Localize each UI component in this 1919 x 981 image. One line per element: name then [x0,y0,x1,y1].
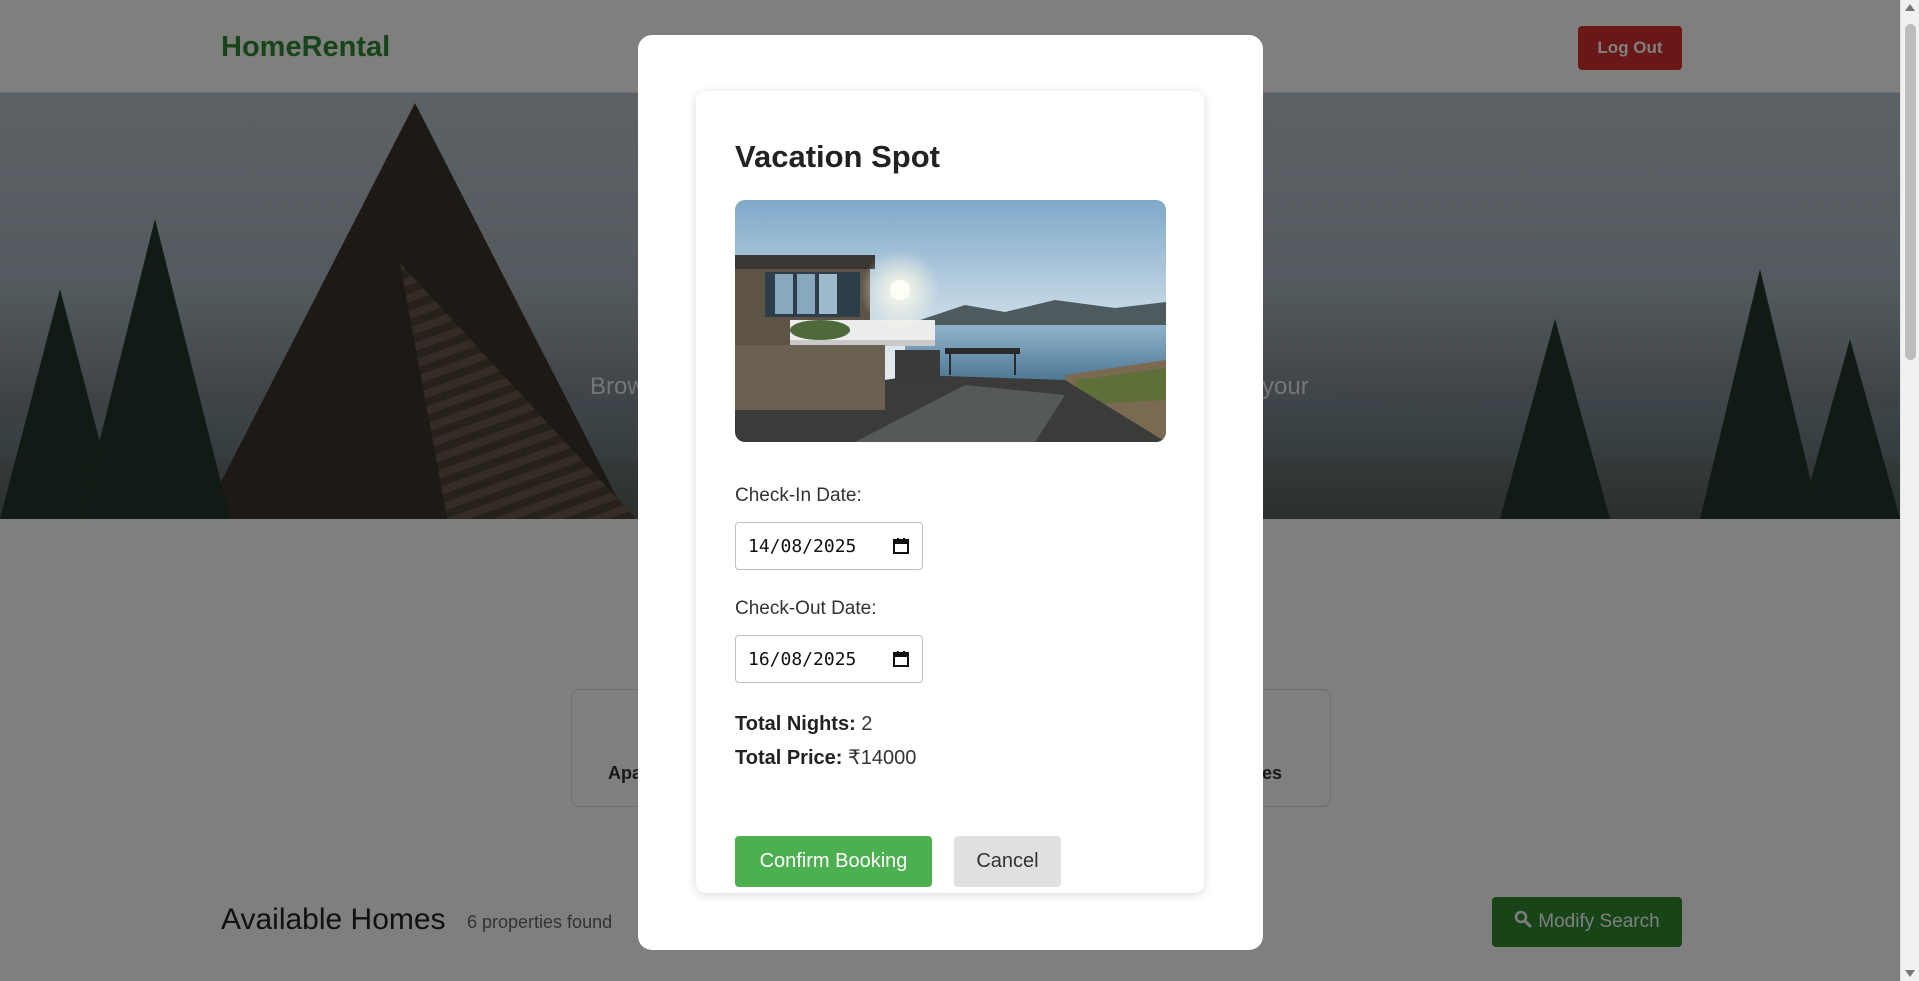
total-price: Total Price: ₹14000 [735,745,916,770]
checkin-date-input[interactable]: 14/08/2025 [735,522,923,570]
total-nights: Total Nights: 2 [735,713,872,736]
vacation-home-photo [735,200,1166,442]
checkout-date-input[interactable]: 16/08/2025 [735,635,923,683]
property-title: Vacation Spot [735,139,940,174]
booking-card: Vacation Spot Check-In Date: 14/08/2025 … [696,91,1204,893]
total-nights-value: 2 [861,713,873,735]
checkout-label: Check-Out Date: [735,598,877,619]
booking-modal: Vacation Spot Check-In Date: 14/08/2025 … [638,35,1263,950]
calendar-icon[interactable] [892,650,910,668]
total-price-label: Total Price: [735,747,843,769]
confirm-booking-button[interactable]: Confirm Booking [735,836,932,887]
calendar-icon[interactable] [892,537,910,555]
scroll-down-arrow-icon[interactable] [1905,970,1915,977]
scroll-thumb[interactable] [1905,24,1916,360]
total-nights-label: Total Nights: [735,713,856,735]
scroll-up-arrow-icon[interactable] [1905,4,1915,11]
checkin-label: Check-In Date: [735,485,862,506]
page-scrollbar[interactable] [1900,0,1919,981]
cancel-button[interactable]: Cancel [954,836,1061,887]
checkout-date-value: 16/08/2025 [748,648,857,670]
checkin-date-value: 14/08/2025 [748,535,857,557]
total-price-value: ₹14000 [848,747,917,769]
